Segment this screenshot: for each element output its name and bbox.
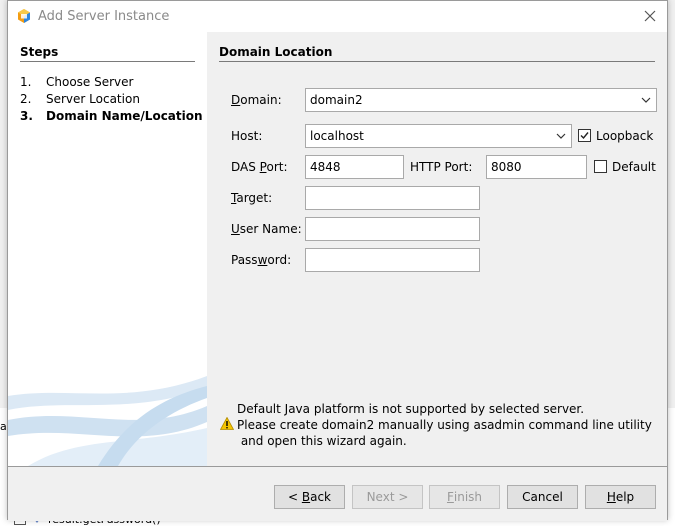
decorative-swoosh — [8, 376, 207, 466]
loopback-label[interactable]: Loopback — [596, 129, 653, 143]
host-value: localhost — [310, 129, 364, 143]
steps-heading: Steps — [20, 45, 59, 59]
domain-value: domain2 — [310, 93, 363, 107]
netbeans-icon — [18, 9, 30, 23]
step-item: 1. Choose Server — [20, 75, 134, 89]
button-bar: < Back Next > Finish Cancel Help — [8, 466, 667, 521]
content-heading: Domain Location — [219, 45, 333, 59]
user-name-input[interactable] — [305, 217, 480, 241]
cancel-button[interactable]: Cancel — [507, 485, 578, 509]
steps-divider — [20, 61, 195, 62]
checkmark-icon — [580, 132, 589, 140]
step-item-current: 3. Domain Name/Location — [20, 109, 203, 123]
ide-edge-text: a — [0, 420, 7, 433]
host-label: Host: — [231, 129, 263, 143]
loopback-checkbox[interactable] — [578, 129, 591, 142]
steps-list: 1. Choose Server 2. Server Location 3. Doma… — [20, 74, 203, 125]
help-button[interactable]: Help — [585, 485, 656, 509]
step-item: 2. Server Location — [20, 92, 140, 106]
warning-line: Default Java platform is not supported b… — [237, 402, 585, 416]
password-label: Password: — [231, 253, 292, 267]
chevron-down-icon[interactable] — [556, 131, 566, 141]
target-label: Target: — [231, 191, 273, 205]
title-bar[interactable]: Add Server Instance — [8, 1, 667, 32]
http-port-input[interactable]: 8080 — [486, 155, 587, 179]
finish-button[interactable]: Finish — [429, 485, 500, 509]
add-server-dialog: Add Server Instance Steps 1. Choose Serve… — [7, 0, 668, 521]
domain-label: Domain: — [231, 93, 282, 107]
back-button[interactable]: < Back — [274, 485, 345, 509]
chevron-down-icon[interactable] — [641, 95, 651, 105]
default-label[interactable]: Default — [612, 160, 656, 174]
das-port-input[interactable]: 4848 — [305, 155, 404, 179]
window-title: Add Server Instance — [38, 9, 170, 24]
steps-panel: Steps 1. Choose Server 2. Server Location … — [8, 32, 207, 466]
warning-line: Please create domain2 manually using asa… — [237, 418, 652, 432]
target-input[interactable] — [305, 186, 480, 210]
default-checkbox[interactable] — [594, 160, 607, 173]
close-button[interactable] — [639, 5, 661, 27]
content-divider — [219, 61, 655, 62]
das-port-label: DAS Port: — [231, 160, 288, 174]
warning-icon — [220, 417, 234, 430]
user-name-label: User Name: — [231, 222, 302, 236]
domain-combobox[interactable]: domain2 — [305, 88, 657, 112]
http-port-label: HTTP Port: — [410, 160, 473, 174]
close-icon — [644, 10, 656, 22]
content-panel: Domain Location Domain: domain2 Host: lo… — [207, 32, 667, 466]
password-input[interactable] — [305, 248, 480, 272]
warning-line: and open this wizard again. — [237, 434, 407, 448]
warning-message: Default Java platform is not supported b… — [237, 401, 657, 449]
next-button[interactable]: Next > — [352, 485, 423, 509]
host-combobox[interactable]: localhost — [305, 124, 572, 148]
